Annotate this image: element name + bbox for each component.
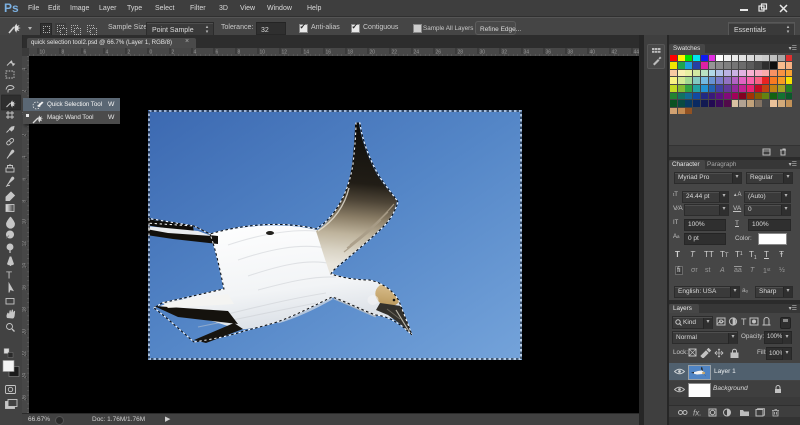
- svg-text:6: 6: [84, 50, 87, 56]
- svg-text:4: 4: [106, 50, 109, 56]
- svg-text:2: 2: [172, 50, 175, 56]
- svg-text:8: 8: [62, 50, 65, 56]
- svg-text:22: 22: [22, 351, 28, 357]
- svg-text:2: 2: [22, 134, 28, 137]
- svg-text:24: 24: [22, 373, 28, 379]
- svg-text:2: 2: [128, 50, 131, 56]
- svg-text:4: 4: [194, 50, 197, 56]
- svg-text:0: 0: [150, 50, 153, 56]
- svg-text:10: 10: [22, 219, 28, 225]
- svg-text:fx.: fx.: [693, 409, 701, 418]
- svg-text:16: 16: [22, 285, 28, 291]
- svg-text:4: 4: [22, 68, 28, 71]
- svg-text:18: 18: [22, 307, 28, 313]
- svg-text:8: 8: [238, 50, 241, 56]
- svg-text:6: 6: [22, 178, 28, 181]
- svg-text:8: 8: [22, 200, 28, 203]
- svg-text:12: 12: [22, 241, 28, 247]
- svg-text:14: 14: [22, 263, 28, 269]
- svg-text:4: 4: [22, 156, 28, 159]
- svg-text:20: 20: [22, 329, 28, 335]
- svg-text:2: 2: [22, 90, 28, 93]
- svg-text:T: T: [741, 317, 747, 326]
- svg-text:26: 26: [22, 395, 28, 401]
- svg-text:T: T: [6, 270, 12, 281]
- svg-text:6: 6: [216, 50, 219, 56]
